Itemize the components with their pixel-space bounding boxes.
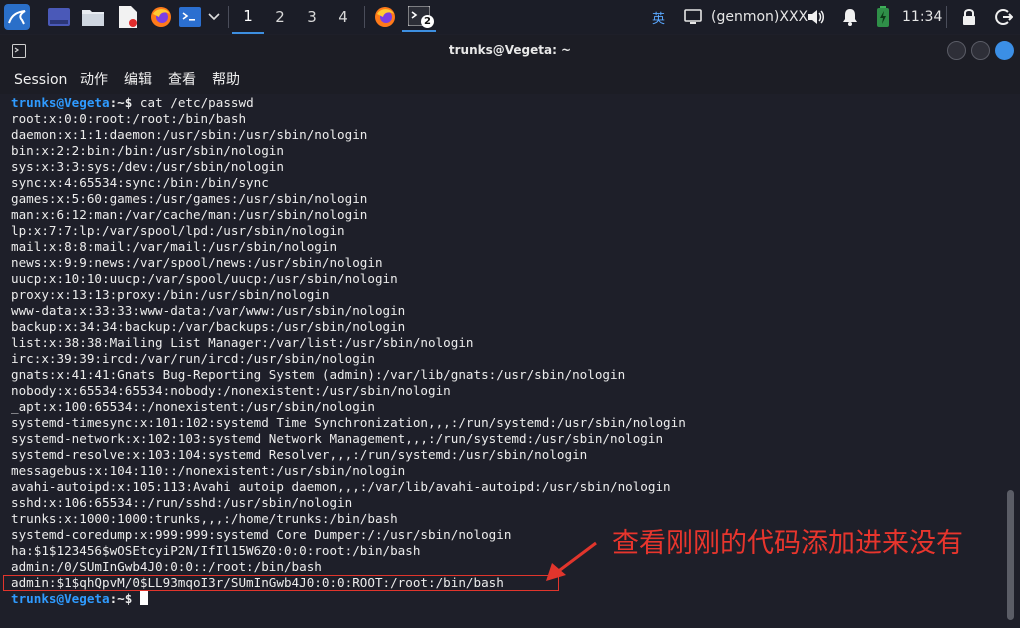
output-line: proxy:x:13:13:proxy:/bin:/usr/sbin/nolog… xyxy=(11,287,330,302)
close-button[interactable] xyxy=(995,41,1014,60)
output-line: man:x:6:12:man:/var/cache/man:/usr/sbin/… xyxy=(11,207,368,222)
output-line: ha:$1$123456$wOSEtcyiP2N/IfIl15W6Z0:0:0:… xyxy=(11,543,421,558)
output-line: systemd-resolve:x:103:104:systemd Resolv… xyxy=(11,447,588,462)
separator xyxy=(228,6,229,28)
terminal-task-icon[interactable]: 2 xyxy=(402,2,436,32)
dropdown-icon[interactable] xyxy=(204,4,224,30)
workspace-3[interactable]: 3 xyxy=(296,0,328,34)
minimize-button[interactable] xyxy=(947,41,966,60)
monitor-icon[interactable] xyxy=(682,4,704,30)
terminal-window: trunks@Vegeta: ~ Session 动作 编辑 查看 帮助 tru… xyxy=(0,35,1020,628)
workspace-label: 4 xyxy=(338,8,348,26)
annotation-highlight-box xyxy=(3,575,559,591)
prompt-user: trunks@Vegeta xyxy=(11,95,110,110)
output-line: bin:x:2:2:bin:/bin:/usr/sbin/nologin xyxy=(11,143,284,158)
workspace-1[interactable]: 1 xyxy=(232,0,264,34)
prompt-user: trunks@Vegeta xyxy=(11,591,110,606)
output-line: systemd-coredump:x:999:999:systemd Core … xyxy=(11,527,512,542)
output-line: www-data:x:33:33:www-data:/var/www:/usr/… xyxy=(11,303,406,318)
output-line: nobody:x:65534:65534:nobody:/nonexistent… xyxy=(11,383,451,398)
output-line: systemd-timesync:x:101:102:systemd Time … xyxy=(11,415,686,430)
menu-session[interactable]: Session xyxy=(14,68,67,92)
command-line: trunks@Vegeta:~$ cat /etc/passwd xyxy=(11,95,254,111)
separator xyxy=(364,6,365,28)
taskbar: 1 2 3 4 2 英 (genmon)XXX 11:34 xyxy=(0,0,1020,34)
output-line: sync:x:4:65534:sync:/bin:/bin/sync xyxy=(11,175,269,190)
firefox-task-icon[interactable] xyxy=(372,4,398,30)
output-line: admin:/0/SUmInGwb4J0:0:0::/root:/bin/bas… xyxy=(11,559,322,574)
clock[interactable]: 11:34 xyxy=(902,0,942,34)
notification-bell-icon[interactable] xyxy=(838,4,862,30)
workspace-label: 2 xyxy=(275,8,285,26)
output-line: trunks:x:1000:1000:trunks,,,:/home/trunk… xyxy=(11,511,398,526)
window-title: trunks@Vegeta: ~ xyxy=(448,43,572,57)
output-line: _apt:x:100:65534::/nonexistent:/usr/sbin… xyxy=(11,399,375,414)
terminal-output[interactable]: trunks@Vegeta:~$ cat /etc/passwd root:x:… xyxy=(0,94,1020,628)
menu-bar: Session 动作 编辑 查看 帮助 xyxy=(0,66,1020,94)
workspace-label: 3 xyxy=(307,8,317,26)
command-text: cat /etc/passwd xyxy=(139,95,254,110)
terminal-icon[interactable] xyxy=(178,4,202,30)
annotation-arrow-icon xyxy=(546,541,597,581)
output-line: root:x:0:0:root:/root:/bin/bash xyxy=(11,111,247,126)
volume-icon[interactable] xyxy=(804,4,828,30)
workspace-label: 1 xyxy=(243,7,253,25)
current-prompt-line[interactable]: trunks@Vegeta:~$ xyxy=(11,591,148,607)
output-line: games:x:5:60:games:/usr/games:/usr/sbin/… xyxy=(11,191,368,206)
terminal-count-badge: 2 xyxy=(421,15,434,28)
annotation-text: 查看刚刚的代码添加进来没有 xyxy=(612,528,963,559)
prompt-path: :~$ xyxy=(109,95,140,110)
logout-icon[interactable] xyxy=(992,4,1016,30)
output-line: sshd:x:106:65534::/run/sshd:/usr/sbin/no… xyxy=(11,495,353,510)
output-line: avahi-autoipd:x:105:113:Avahi autoip dae… xyxy=(11,479,671,494)
output-line: lp:x:7:7:lp:/var/spool/lpd:/usr/sbin/nol… xyxy=(11,223,345,238)
menu-view[interactable]: 查看 xyxy=(168,68,196,92)
separator xyxy=(946,6,947,28)
menu-actions[interactable]: 动作 xyxy=(80,68,108,92)
output-line: systemd-network:x:102:103:systemd Networ… xyxy=(11,431,664,446)
output-line: backup:x:34:34:backup:/var/backups:/usr/… xyxy=(11,319,406,334)
ime-indicator[interactable]: 英 xyxy=(652,0,665,34)
menu-edit[interactable]: 编辑 xyxy=(124,68,152,92)
scrollbar-thumb[interactable] xyxy=(1007,490,1014,620)
output-line: irc:x:39:39:ircd:/var/run/ircd:/usr/sbin… xyxy=(11,351,375,366)
maximize-button[interactable] xyxy=(971,41,990,60)
desktop-icon[interactable] xyxy=(46,4,72,30)
lock-icon[interactable] xyxy=(958,4,980,30)
workspace-2[interactable]: 2 xyxy=(264,0,296,34)
output-line: uucp:x:10:10:uucp:/var/spool/uucp:/usr/s… xyxy=(11,271,398,286)
text-editor-icon[interactable] xyxy=(116,4,140,30)
output-line: list:x:38:38:Mailing List Manager:/var/l… xyxy=(11,335,474,350)
output-line: mail:x:8:8:mail:/var/mail:/usr/sbin/nolo… xyxy=(11,239,338,254)
genmon-label[interactable]: (genmon)XXX xyxy=(711,0,808,34)
firefox-icon[interactable] xyxy=(148,4,174,30)
kali-menu-icon[interactable] xyxy=(2,4,32,30)
output-line: news:x:9:9:news:/var/spool/news:/usr/sbi… xyxy=(11,255,383,270)
workspace-4[interactable]: 4 xyxy=(327,0,359,34)
file-manager-icon[interactable] xyxy=(80,4,106,30)
menu-help[interactable]: 帮助 xyxy=(212,68,240,92)
prompt-path: :~$ xyxy=(109,591,140,606)
text-cursor xyxy=(139,591,148,605)
battery-icon[interactable] xyxy=(872,4,894,30)
output-line: gnats:x:41:41:Gnats Bug-Reporting System… xyxy=(11,367,626,382)
window-titlebar[interactable]: trunks@Vegeta: ~ xyxy=(0,35,1020,66)
output-line: sys:x:3:3:sys:/dev:/usr/sbin/nologin xyxy=(11,159,284,174)
output-line: daemon:x:1:1:daemon:/usr/sbin:/usr/sbin/… xyxy=(11,127,368,142)
output-line: messagebus:x:104:110::/nonexistent:/usr/… xyxy=(11,463,406,478)
